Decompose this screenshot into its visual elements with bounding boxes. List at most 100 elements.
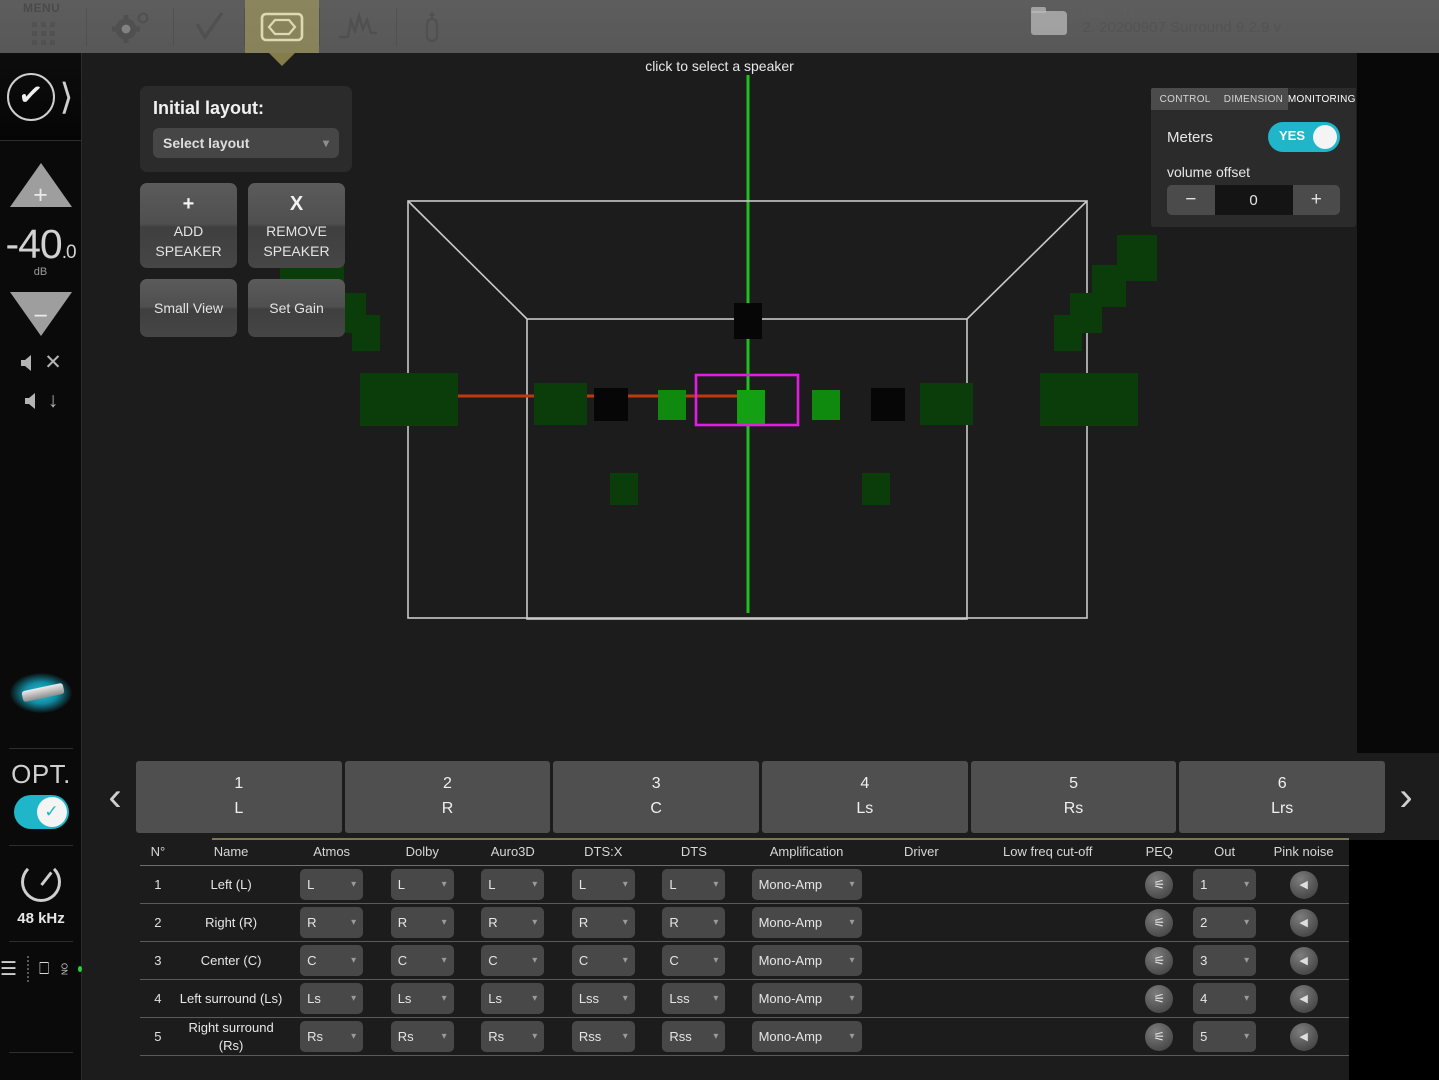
tab-dimension[interactable]: DIMENSION (1219, 88, 1287, 110)
cell-select[interactable]: Lss ▾ (662, 983, 726, 1014)
volume-offset-value[interactable]: 0 (1214, 185, 1293, 215)
cell-out[interactable]: 2 ▾ (1191, 903, 1258, 942)
cell-select[interactable]: 2 ▾ (1193, 907, 1257, 938)
cell-pinknoise[interactable]: ◀ (1257, 979, 1350, 1018)
tab-monitoring[interactable]: MONITORING (1287, 88, 1356, 110)
cell-peq[interactable]: ⚟ (1126, 941, 1192, 980)
cell-select[interactable]: Ls ▾ (481, 983, 545, 1014)
cell-dolby[interactable]: Ls ▾ (376, 979, 468, 1018)
cell-auro3d[interactable]: Ls ▾ (467, 979, 559, 1018)
cell-select[interactable]: L ▾ (662, 869, 726, 900)
cell-peq[interactable]: ⚟ (1126, 979, 1192, 1018)
cell-pinknoise[interactable]: ◀ (1257, 865, 1350, 904)
speaker-tab-4[interactable]: 4 Ls (762, 760, 968, 833)
peq-icon[interactable]: ⚟ (1145, 870, 1174, 899)
cell-dts[interactable]: C ▾ (648, 941, 740, 980)
cell-dts[interactable]: Rss ▾ (648, 1017, 740, 1056)
pink-noise-speaker-icon[interactable]: ◀ (1289, 870, 1318, 899)
cell-pinknoise[interactable]: ◀ (1257, 941, 1350, 980)
cell-pinknoise[interactable]: ◀ (1257, 1017, 1350, 1056)
cell-select[interactable]: R ▾ (300, 907, 364, 938)
cell-peq[interactable]: ⚟ (1126, 865, 1192, 904)
cell-select[interactable]: Rs ▾ (300, 1021, 364, 1052)
speaker-tab-2[interactable]: 2 R (344, 760, 551, 833)
cell-select[interactable]: R ▾ (481, 907, 545, 938)
cell-select[interactable]: 4 ▾ (1193, 983, 1257, 1014)
volume-offset-decrement[interactable]: − (1167, 189, 1215, 211)
cell-amplification[interactable]: Mono-Amp ▾ (739, 1017, 874, 1056)
speaker-tabs-next[interactable]: › (1385, 777, 1427, 817)
dim-button[interactable]: ↓ (0, 389, 81, 413)
cell-select[interactable]: Mono-Amp ▾ (751, 907, 862, 938)
input-source-toggle[interactable] (13, 795, 69, 829)
cell-auro3d[interactable]: Rs ▾ (467, 1017, 559, 1056)
cell-select[interactable]: Rss ▾ (662, 1021, 726, 1052)
cell-select[interactable]: C ▾ (481, 945, 545, 976)
cell-amplification[interactable]: Mono-Amp ▾ (739, 941, 874, 980)
cell-select[interactable]: 5 ▾ (1193, 1021, 1257, 1052)
cell-select[interactable]: R ▾ (662, 907, 726, 938)
pink-noise-speaker-icon[interactable]: ◀ (1289, 1022, 1318, 1051)
cell-dtsx[interactable]: C ▾ (558, 941, 649, 980)
peq-icon[interactable]: ⚟ (1145, 984, 1174, 1013)
volume-offset-increment[interactable]: + (1293, 189, 1341, 211)
layout-select[interactable]: Select layout ▾ (153, 128, 339, 158)
cell-select[interactable]: Rss ▾ (571, 1021, 635, 1052)
cell-peq[interactable]: ⚟ (1126, 903, 1192, 942)
table-row[interactable]: 3 Center (C) C ▾ C ▾ C ▾ C ▾ C ▾ Mono-Amp ▾ ⚟ 3 ▾ ◀ (140, 941, 1350, 980)
pink-noise-speaker-icon[interactable]: ◀ (1289, 984, 1318, 1013)
cell-atmos[interactable]: L ▾ (286, 865, 377, 904)
cell-atmos[interactable]: R ▾ (286, 903, 377, 942)
cell-amplification[interactable]: Mono-Amp ▾ (739, 865, 874, 904)
speaker-tabs-prev[interactable]: ‹ (94, 777, 136, 817)
speaker-tab-3[interactable]: 3 C (553, 760, 760, 833)
cell-dolby[interactable]: R ▾ (376, 903, 468, 942)
cell-select[interactable]: Ls ▾ (390, 983, 454, 1014)
cell-out[interactable]: 3 ▾ (1191, 941, 1258, 980)
cell-dtsx[interactable]: Rss ▾ (558, 1017, 649, 1056)
peq-icon[interactable]: ⚟ (1145, 908, 1174, 937)
cell-select[interactable]: Rs ▾ (390, 1021, 454, 1052)
cell-select[interactable]: L ▾ (481, 869, 545, 900)
cell-select[interactable]: C ▾ (390, 945, 454, 976)
volume-down-button[interactable]: − (9, 292, 72, 336)
cell-select[interactable]: L ▾ (571, 869, 635, 900)
cell-select[interactable]: Lss ▾ (571, 983, 635, 1014)
cell-select[interactable]: Mono-Amp ▾ (751, 1021, 862, 1052)
check-icon[interactable] (174, 0, 244, 53)
cell-dolby[interactable]: C ▾ (376, 941, 468, 980)
cell-select[interactable]: R ▾ (390, 907, 454, 938)
pink-noise-speaker-icon[interactable]: ◀ (1289, 946, 1318, 975)
cell-select[interactable]: L ▾ (390, 869, 454, 900)
pink-noise-speaker-icon[interactable]: ◀ (1289, 908, 1318, 937)
cell-dtsx[interactable]: R ▾ (558, 903, 649, 942)
table-row[interactable]: 5 Right surround (Rs) Rs ▾ Rs ▾ Rs ▾ Rss ▾ Rss ▾ Mon… (140, 1017, 1350, 1056)
apps-grid-icon[interactable] (0, 0, 86, 53)
cell-out[interactable]: 5 ▾ (1191, 1017, 1258, 1056)
cell-dtsx[interactable]: Lss ▾ (558, 979, 649, 1018)
cell-select[interactable]: C ▾ (571, 945, 635, 976)
table-row[interactable]: 2 Right (R) R ▾ R ▾ R ▾ R ▾ R ▾ Mono-Amp ▾ ⚟ 2 ▾ ◀ (140, 903, 1350, 942)
gear-degree-icon[interactable] (87, 0, 173, 53)
meters-toggle[interactable]: YES (1268, 122, 1340, 152)
set-gain-button[interactable]: Set Gain (248, 279, 345, 337)
waveform-icon[interactable] (320, 0, 396, 53)
peq-icon[interactable]: ⚟ (1145, 1022, 1174, 1051)
cell-select[interactable]: L ▾ (300, 869, 364, 900)
cell-select[interactable]: 1 ▾ (1193, 869, 1257, 900)
cell-out[interactable]: 4 ▾ (1191, 979, 1258, 1018)
cell-select[interactable]: Mono-Amp ▾ (751, 869, 862, 900)
remove-speaker-button[interactable]: X REMOVE SPEAKER (248, 183, 345, 268)
cell-dolby[interactable]: L ▾ (376, 865, 468, 904)
cell-dts[interactable]: Lss ▾ (648, 979, 740, 1018)
cell-atmos[interactable]: C ▾ (286, 941, 377, 980)
cell-select[interactable]: Rs ▾ (481, 1021, 545, 1052)
table-row[interactable]: 4 Left surround (Ls) Ls ▾ Ls ▾ Ls ▾ Lss ▾ Lss ▾ Mono… (140, 979, 1350, 1018)
cell-select[interactable]: C ▾ (300, 945, 364, 976)
cell-select[interactable]: Mono-Amp ▾ (751, 945, 862, 976)
microphone-icon[interactable] (397, 0, 467, 53)
speaker-tab-6[interactable]: 6 Lrs (1179, 760, 1386, 833)
presets-area[interactable]: PRESETS 2. 20200907 Surround 9.2.9 v (1029, 6, 1281, 38)
cell-dolby[interactable]: Rs ▾ (376, 1017, 468, 1056)
cell-select[interactable]: R ▾ (571, 907, 635, 938)
